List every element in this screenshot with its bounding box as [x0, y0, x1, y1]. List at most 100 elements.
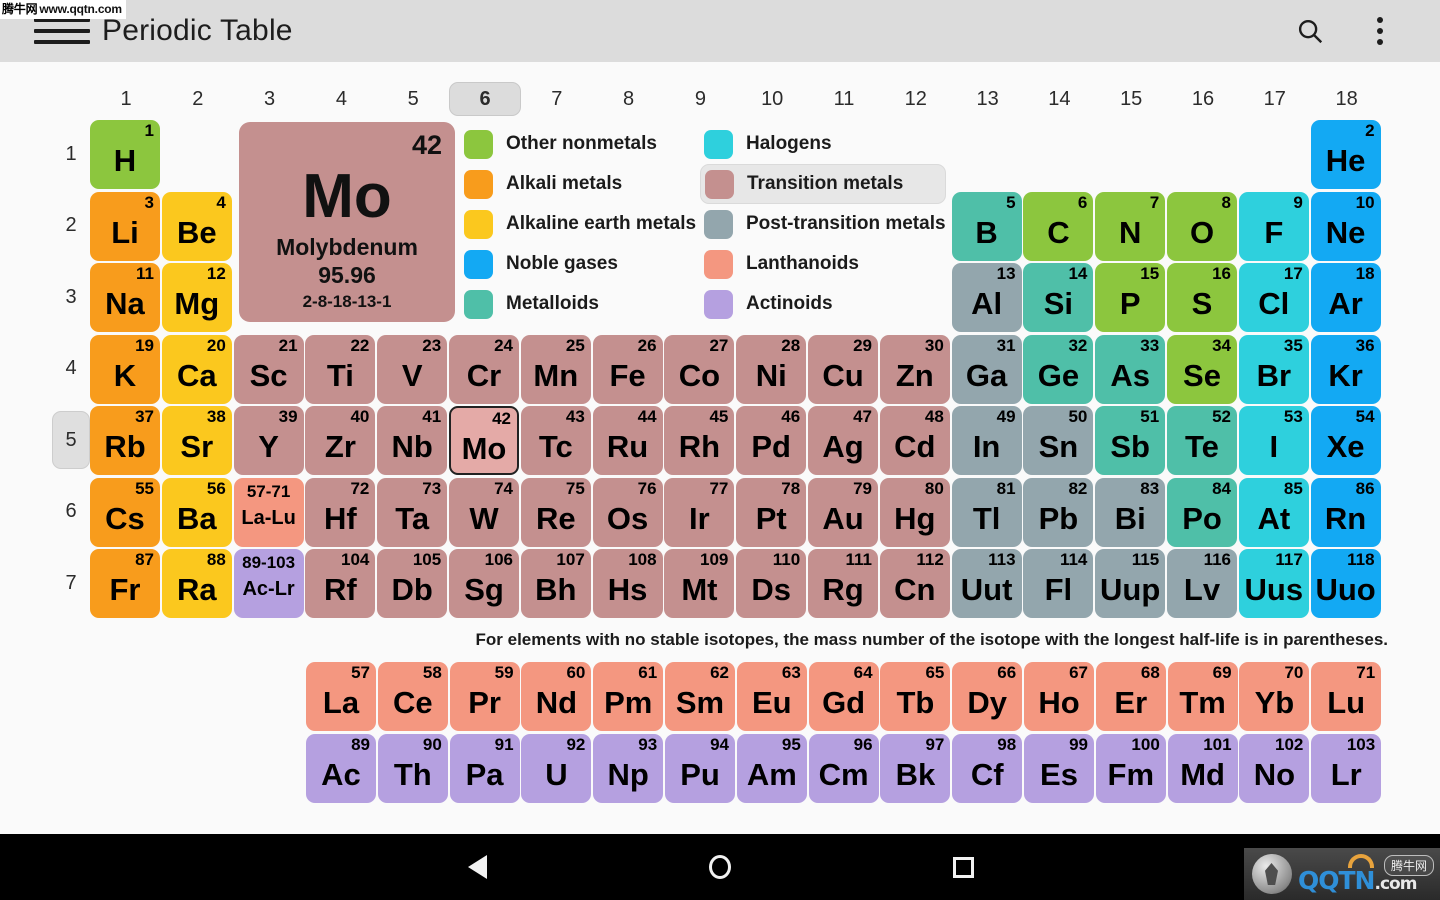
legend-item-halogens[interactable]: Halogens	[700, 124, 946, 164]
element-cell-Hf[interactable]: 72Hf	[305, 478, 375, 547]
element-cell-S[interactable]: 16S	[1167, 263, 1237, 332]
element-cell-K[interactable]: 19K	[90, 335, 160, 404]
element-cell-Dy[interactable]: 66Dy	[952, 662, 1022, 731]
element-cell-Am[interactable]: 95Am	[737, 734, 807, 803]
element-cell-Ru[interactable]: 44Ru	[593, 406, 663, 475]
element-cell-Rf[interactable]: 104Rf	[305, 549, 375, 618]
element-cell-Sc[interactable]: 21Sc	[234, 335, 304, 404]
element-cell-Ca[interactable]: 20Ca	[162, 335, 232, 404]
search-icon[interactable]	[1288, 9, 1332, 53]
element-cell-Pb[interactable]: 82Pb	[1023, 478, 1093, 547]
element-cell-Ge[interactable]: 32Ge	[1023, 335, 1093, 404]
element-cell-Ac[interactable]: 89Ac	[306, 734, 376, 803]
element-cell-Mt[interactable]: 109Mt	[664, 549, 734, 618]
element-cell-F[interactable]: 9F	[1239, 192, 1309, 261]
element-cell-Po[interactable]: 84Po	[1167, 478, 1237, 547]
element-cell-Ga[interactable]: 31Ga	[952, 335, 1022, 404]
element-cell-Hg[interactable]: 80Hg	[880, 478, 950, 547]
element-cell-Fe[interactable]: 26Fe	[593, 335, 663, 404]
group-header-10[interactable]: 10	[736, 82, 808, 116]
element-cell-Ti[interactable]: 22Ti	[305, 335, 375, 404]
element-cell-Bi[interactable]: 83Bi	[1095, 478, 1165, 547]
legend-item-alkali-metals[interactable]: Alkali metals	[460, 164, 696, 204]
legend-item-noble-gases[interactable]: Noble gases	[460, 244, 696, 284]
element-cell-Ni[interactable]: 28Ni	[736, 335, 806, 404]
period-label-3[interactable]: 3	[52, 268, 90, 326]
legend-item-post-transition-metals[interactable]: Post-transition metals	[700, 204, 946, 244]
period-label-4[interactable]: 4	[52, 340, 90, 398]
element-cell-No[interactable]: 102No	[1239, 734, 1309, 803]
element-cell-Cu[interactable]: 29Cu	[808, 335, 878, 404]
element-cell-Xe[interactable]: 54Xe	[1311, 406, 1381, 475]
element-cell-Pr[interactable]: 59Pr	[450, 662, 520, 731]
element-cell-Ag[interactable]: 47Ag	[808, 406, 878, 475]
more-vertical-icon[interactable]	[1358, 9, 1402, 53]
element-cell-Sr[interactable]: 38Sr	[162, 406, 232, 475]
element-cell-Cl[interactable]: 17Cl	[1239, 263, 1309, 332]
element-cell-Rh[interactable]: 45Rh	[664, 406, 734, 475]
element-cell-Pu[interactable]: 94Pu	[665, 734, 735, 803]
element-cell-Fl[interactable]: 114Fl	[1023, 549, 1093, 618]
element-cell-I[interactable]: 53I	[1239, 406, 1309, 475]
element-cell-Rg[interactable]: 111Rg	[808, 549, 878, 618]
recents-square-icon[interactable]	[918, 834, 1008, 900]
element-cell-Uuo[interactable]: 118Uuo	[1311, 549, 1381, 618]
element-cell-As[interactable]: 33As	[1095, 335, 1165, 404]
element-cell-Au[interactable]: 79Au	[808, 478, 878, 547]
element-cell-Li[interactable]: 3Li	[90, 192, 160, 261]
element-cell-Cr[interactable]: 24Cr	[449, 335, 519, 404]
element-cell-Sb[interactable]: 51Sb	[1095, 406, 1165, 475]
element-cell-Nd[interactable]: 60Nd	[521, 662, 591, 731]
element-cell-Cf[interactable]: 98Cf	[952, 734, 1022, 803]
group-header-18[interactable]: 18	[1311, 82, 1383, 116]
group-header-3[interactable]: 3	[234, 82, 306, 116]
element-cell-Uus[interactable]: 117Uus	[1239, 549, 1309, 618]
element-cell-V[interactable]: 23V	[377, 335, 447, 404]
element-cell-Bk[interactable]: 97Bk	[880, 734, 950, 803]
element-cell-Er[interactable]: 68Er	[1096, 662, 1166, 731]
period-label-6[interactable]: 6	[52, 483, 90, 541]
element-cell-N[interactable]: 7N	[1095, 192, 1165, 261]
element-cell-Gd[interactable]: 64Gd	[809, 662, 879, 731]
element-cell-O[interactable]: 8O	[1167, 192, 1237, 261]
group-header-9[interactable]: 9	[664, 82, 736, 116]
element-cell-Es[interactable]: 99Es	[1024, 734, 1094, 803]
element-cell-Na[interactable]: 11Na	[90, 263, 160, 332]
group-header-15[interactable]: 15	[1095, 82, 1167, 116]
element-cell-In[interactable]: 49In	[952, 406, 1022, 475]
element-cell-Ce[interactable]: 58Ce	[378, 662, 448, 731]
element-cell-Br[interactable]: 35Br	[1239, 335, 1309, 404]
element-cell-Lv[interactable]: 116Lv	[1167, 549, 1237, 618]
element-cell-Te[interactable]: 52Te	[1167, 406, 1237, 475]
element-cell-Sn[interactable]: 50Sn	[1023, 406, 1093, 475]
home-circle-icon[interactable]	[675, 834, 765, 900]
group-header-6[interactable]: 6	[449, 82, 521, 116]
element-cell-Np[interactable]: 93Np	[593, 734, 663, 803]
element-cell-Ra[interactable]: 88Ra	[162, 549, 232, 618]
element-cell-Ta[interactable]: 73Ta	[377, 478, 447, 547]
element-cell-Ne[interactable]: 10Ne	[1311, 192, 1381, 261]
element-cell-Si[interactable]: 14Si	[1023, 263, 1093, 332]
period-label-7[interactable]: 7	[52, 554, 90, 612]
back-triangle-icon[interactable]	[432, 834, 522, 900]
element-cell-Tl[interactable]: 81Tl	[952, 478, 1022, 547]
element-cell-Ds[interactable]: 110Ds	[736, 549, 806, 618]
element-cell-Eu[interactable]: 63Eu	[737, 662, 807, 731]
element-cell-Nb[interactable]: 41Nb	[377, 406, 447, 475]
element-cell-Zr[interactable]: 40Zr	[305, 406, 375, 475]
legend-item-transition-metals[interactable]: Transition metals	[700, 164, 946, 204]
element-cell-Fm[interactable]: 100Fm	[1096, 734, 1166, 803]
group-header-1[interactable]: 1	[90, 82, 162, 116]
element-cell-Se[interactable]: 34Se	[1167, 335, 1237, 404]
period-label-1[interactable]: 1	[52, 125, 90, 183]
element-cell-Mo[interactable]: 42Mo	[449, 406, 519, 475]
legend-item-other-nonmetals[interactable]: Other nonmetals	[460, 124, 696, 164]
group-header-12[interactable]: 12	[880, 82, 952, 116]
element-cell-Cs[interactable]: 55Cs	[90, 478, 160, 547]
selected-element-card[interactable]: 42 Mo Molybdenum 95.96 2-8-18-13-1	[239, 122, 455, 322]
element-cell-Pt[interactable]: 78Pt	[736, 478, 806, 547]
element-cell-He[interactable]: 2He	[1311, 120, 1381, 189]
element-cell-Pd[interactable]: 46Pd	[736, 406, 806, 475]
group-header-5[interactable]: 5	[377, 82, 449, 116]
element-cell-Y[interactable]: 39Y	[234, 406, 304, 475]
